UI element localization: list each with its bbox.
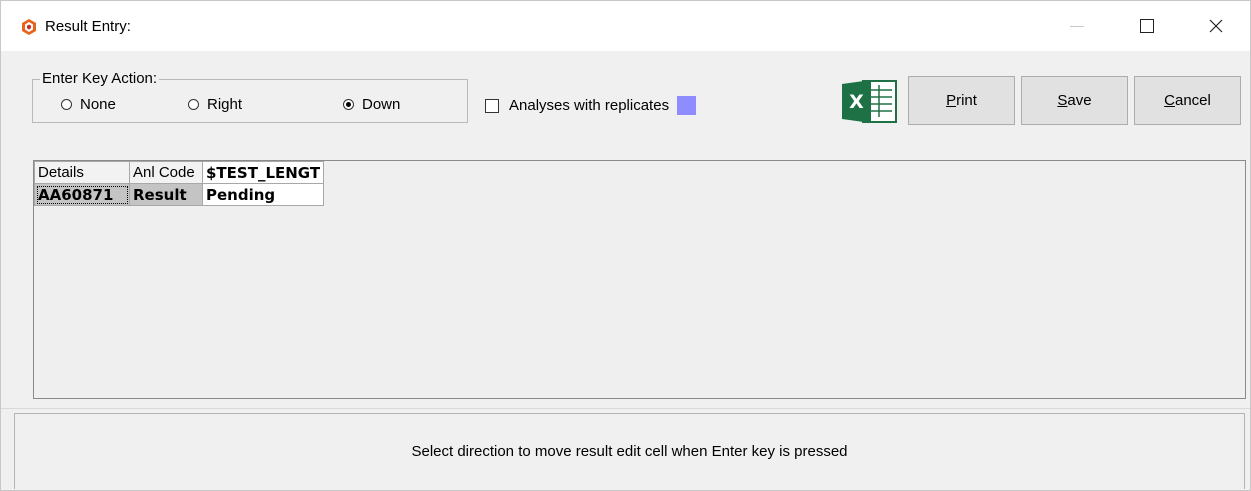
cancel-mnemonic: C <box>1164 92 1175 109</box>
print-mnemonic: P <box>946 92 957 109</box>
close-button[interactable] <box>1182 1 1250 51</box>
result-entry-window: Result Entry: Enter Key Action: None Rig… <box>0 0 1251 491</box>
results-table: Details Anl Code $TEST_LENGT AA60871 Res… <box>34 161 325 206</box>
divider <box>1 408 1250 409</box>
radio-down-label: Down <box>362 96 401 113</box>
cancel-button[interactable]: Cancel <box>1134 76 1241 125</box>
table-row: AA60871 Result Pending <box>34 183 325 206</box>
radio-right-label: Right <box>207 96 243 113</box>
save-button-label: Save <box>1057 92 1091 109</box>
cancel-button-label: Cancel <box>1164 92 1211 109</box>
replicates-checkbox[interactable] <box>485 98 499 113</box>
column-header-details[interactable]: Details <box>34 161 130 184</box>
radio-right-circle[interactable] <box>188 99 199 110</box>
excel-icon: X <box>841 79 897 123</box>
enter-key-action-legend: Enter Key Action: <box>40 70 160 87</box>
svg-text:X: X <box>849 91 864 113</box>
save-label-rest: ave <box>1067 92 1092 109</box>
replicates-checkbox-row[interactable]: Analyses with replicates <box>485 96 697 115</box>
save-mnemonic: S <box>1057 92 1068 109</box>
radio-none-label: None <box>80 96 116 113</box>
column-header-test-length[interactable]: $TEST_LENGT <box>201 161 325 184</box>
radio-right[interactable]: Right <box>188 96 242 113</box>
print-button-label: Print <box>946 92 977 109</box>
column-header-anl-code[interactable]: Anl Code <box>129 161 203 184</box>
save-button[interactable]: Save <box>1021 76 1128 125</box>
enter-key-action-group: Enter Key Action: None Right Down <box>32 70 468 123</box>
cell-result-value[interactable]: Pending <box>201 183 325 206</box>
status-message: Select direction to move result edit cel… <box>411 443 848 460</box>
header-row: Details Anl Code $TEST_LENGT <box>34 161 325 184</box>
status-hint-panel: Select direction to move result edit cel… <box>14 413 1245 489</box>
maximize-icon <box>1140 19 1154 33</box>
radio-selected-dot <box>346 102 351 107</box>
results-grid[interactable]: Details Anl Code $TEST_LENGT AA60871 Res… <box>33 160 1246 399</box>
cancel-label-rest: ancel <box>1174 92 1211 109</box>
export-excel-button[interactable]: X <box>838 77 899 125</box>
print-label-rest: rint <box>956 92 977 109</box>
radio-down-circle[interactable] <box>343 99 354 110</box>
radio-none-circle[interactable] <box>61 99 72 110</box>
cell-details[interactable]: AA60871 <box>34 183 130 206</box>
radio-none[interactable]: None <box>61 96 116 113</box>
print-button[interactable]: Print <box>908 76 1015 125</box>
window-title: Result Entry: <box>45 18 131 35</box>
radio-down[interactable]: Down <box>343 96 400 113</box>
maximize-button[interactable] <box>1113 1 1181 51</box>
app-logo-icon <box>20 18 38 36</box>
close-icon <box>1209 19 1223 33</box>
title-bar: Result Entry: <box>1 1 1250 51</box>
replicates-label: Analyses with replicates <box>509 97 670 114</box>
replicates-color-swatch <box>677 96 697 115</box>
cell-anl-code[interactable]: Result <box>129 183 203 206</box>
minimize-button[interactable] <box>1043 1 1111 51</box>
minimize-icon <box>1070 25 1084 27</box>
